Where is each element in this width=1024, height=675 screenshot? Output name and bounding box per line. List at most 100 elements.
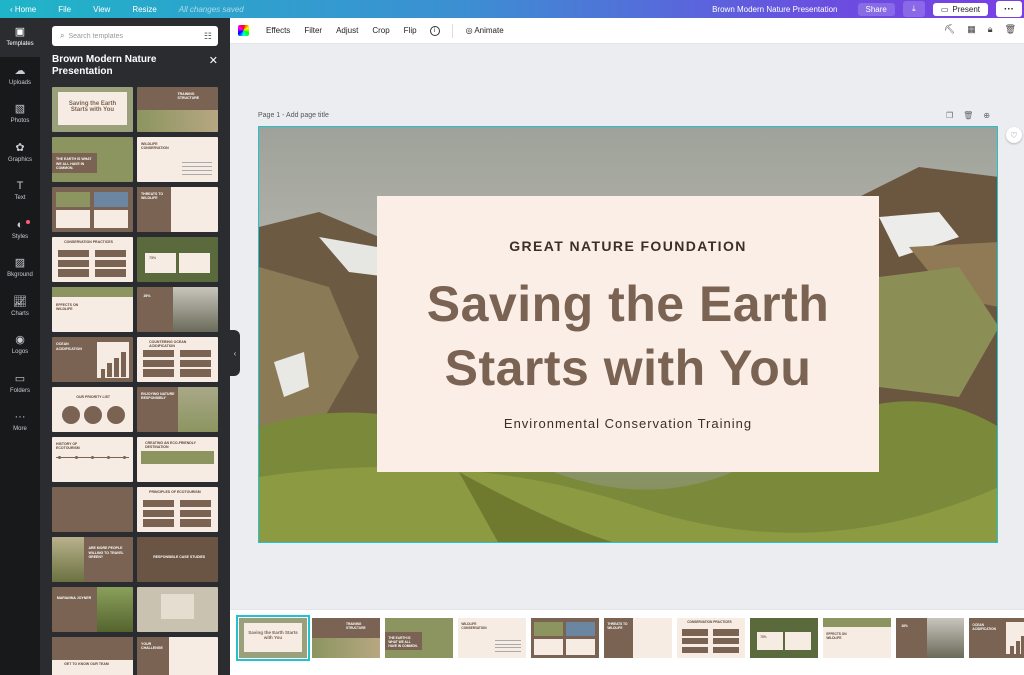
home-button[interactable]: ‹ Home — [10, 5, 36, 14]
thumb-shape — [96, 587, 133, 632]
comment-icon[interactable]: ♡ — [1006, 127, 1022, 143]
animate-button[interactable]: ◎ Animate — [459, 26, 511, 35]
rail-item-charts[interactable]: 📈︎ Charts — [0, 288, 40, 327]
file-menu[interactable]: File — [58, 5, 71, 14]
chart-icon: 📈︎ — [13, 295, 27, 308]
thumbnail-label: Countering Ocean Acidification — [149, 339, 187, 349]
close-icon[interactable]: ✕ — [209, 54, 218, 67]
filmstrip-page[interactable]: OCEAN ACIDIFICATION — [969, 618, 1024, 658]
thumb-shape — [114, 357, 120, 378]
thumb-shape — [179, 359, 211, 367]
paint-roller-icon[interactable]: ⛏ — [944, 24, 955, 35]
thumb-shape — [84, 405, 103, 424]
template-thumbnail[interactable] — [52, 187, 133, 232]
rail-item-bkground[interactable]: ▨ Bkground — [0, 249, 40, 288]
rail-item-styles[interactable]: ◐ Styles — [0, 211, 40, 250]
effects-button[interactable]: Effects — [259, 26, 297, 35]
rail-item-templates[interactable]: ▣ Templates — [0, 18, 40, 57]
template-thumbnail[interactable] — [137, 587, 218, 632]
resize-menu[interactable]: Resize — [132, 5, 156, 14]
filmstrip-page[interactable]: TRAINING STRUCTURE — [312, 618, 380, 658]
template-thumbnail[interactable]: WILDLIFE CONSERVATION — [137, 137, 218, 182]
search-input[interactable] — [68, 32, 179, 40]
rail-item-graphics[interactable]: ✿ Graphics — [0, 134, 40, 173]
transparency-icon[interactable]: ▦ — [967, 24, 976, 35]
thumbnail-label: OUR PRIORITY LIST — [76, 395, 111, 400]
view-menu[interactable]: View — [93, 5, 110, 14]
template-thumbnail[interactable]: Responsible Case Studies — [137, 537, 218, 582]
thumb-shape — [682, 629, 709, 636]
folder-icon: ▭ — [14, 372, 26, 385]
rail-item-photos[interactable]: ▧ Photos — [0, 95, 40, 134]
filmstrip-page[interactable]: THREATS TO WILDLIFE — [604, 618, 672, 658]
template-thumbnail[interactable]: TRAINING STRUCTURE — [137, 87, 218, 132]
filmstrip-page[interactable]: 75% — [750, 618, 818, 658]
thumbnail-label: YOUR CHALLENGE — [141, 641, 163, 651]
template-thumbnail[interactable]: HISTORY OF ECOTOURISM — [52, 437, 133, 482]
template-thumbnail[interactable]: MARIANNA JOYNER — [52, 587, 133, 632]
trash-icon[interactable]: 🗑︎ — [1005, 24, 1016, 35]
filter-icon[interactable]: ☷ — [204, 31, 212, 42]
filmstrip-page[interactable]: EFFECTS ON WILDLIFE — [823, 618, 891, 658]
title-card[interactable]: GREAT NATURE FOUNDATION Saving the Earth… — [377, 196, 879, 472]
filter-button[interactable]: Filter — [297, 26, 329, 35]
slide-headline[interactable]: Saving the Earth Starts with You — [377, 272, 879, 400]
template-thumbnail[interactable]: The Earth is what we all have in common. — [52, 137, 133, 182]
thumb-shape — [107, 363, 113, 378]
template-thumbnail[interactable]: 75% — [137, 237, 218, 282]
duplicate-page-icon[interactable]: ❐ — [946, 111, 953, 120]
info-icon[interactable]: i — [429, 25, 440, 36]
template-thumbnail[interactable]: PRINCIPLES OF ECOTOURISM — [137, 487, 218, 532]
template-thumbnail[interactable] — [52, 487, 133, 532]
thumbnail-label: The Earth is what we all have in common. — [388, 636, 418, 648]
download-button[interactable]: ⤓ — [902, 1, 925, 17]
template-thumbnail[interactable]: OUR PRIORITY LIST — [52, 387, 133, 432]
template-thumbnail[interactable]: Conservation Practices — [52, 237, 133, 282]
more-options-button[interactable]: ··· — [996, 1, 1022, 17]
crop-button[interactable]: Crop — [365, 26, 396, 35]
template-thumbnail[interactable]: GET TO KNOW OUR TEAM — [52, 637, 133, 675]
thumbnail-label: WILDLIFE CONSERVATION — [461, 622, 487, 630]
template-thumbnail[interactable]: ENJOYING NATURE RESPONSIBLY — [137, 387, 218, 432]
filmstrip-page[interactable]: Saving the Earth Starts with You — [236, 615, 310, 661]
rail-item-uploads[interactable]: ☁ Uploads — [0, 57, 40, 96]
delete-page-icon[interactable]: 🗑︎ — [963, 111, 973, 120]
rail-item-label: Folders — [9, 387, 30, 394]
rail-item-logos[interactable]: ◉ Logos — [0, 326, 40, 365]
thumbnail-label: THREATS TO WILDLIFE — [141, 191, 164, 201]
slide-subtitle[interactable]: Environmental Conservation Training — [377, 416, 879, 431]
template-thumbnail[interactable]: ARE MORE PEOPLE WILLING TO TRAVEL GREEN? — [52, 537, 133, 582]
filmstrip-page[interactable]: The Earth is what we all have in common. — [385, 618, 453, 658]
slide-canvas[interactable]: GREAT NATURE FOUNDATION Saving the Earth… — [258, 126, 998, 543]
page-title-label[interactable]: Page 1 - Add page title — [258, 112, 329, 119]
filmstrip-page[interactable]: WILDLIFE CONSERVATION — [458, 618, 526, 658]
rail-item-more[interactable]: ··· More — [0, 403, 40, 442]
filmstrip-page[interactable]: Conservation Practices — [677, 618, 745, 658]
document-title[interactable]: Brown Modern Nature Presentation — [712, 5, 837, 14]
color-picker-icon[interactable] — [238, 25, 249, 36]
top-menu: ‹ Home File View Resize All changes save… — [0, 5, 244, 14]
template-thumbnail[interactable]: EFFECTS ON WILDLIFE — [52, 287, 133, 332]
template-thumbnail[interactable]: Saving the Earth Starts with You — [52, 87, 133, 132]
thumb-shape — [495, 643, 522, 645]
template-thumbnail[interactable]: 26% — [137, 287, 218, 332]
thumb-shape — [713, 638, 739, 645]
rail-item-text[interactable]: T Text — [0, 172, 40, 211]
template-thumbnail[interactable]: YOUR CHALLENGE — [137, 637, 218, 675]
share-button[interactable]: Share — [857, 2, 895, 16]
template-thumbnail[interactable]: Countering Ocean Acidification — [137, 337, 218, 382]
lock-icon[interactable]: 🔒︎ — [988, 24, 993, 35]
adjust-button[interactable]: Adjust — [329, 26, 365, 35]
template-thumbnail[interactable]: OCEAN ACIDIFICATION — [52, 337, 133, 382]
organization-name[interactable]: GREAT NATURE FOUNDATION — [377, 238, 879, 254]
collapse-panel-handle[interactable]: ‹ — [230, 330, 240, 376]
present-button[interactable]: ▭ Present — [932, 2, 988, 16]
flip-button[interactable]: Flip — [397, 26, 424, 35]
filmstrip-page[interactable]: 26% — [896, 618, 964, 658]
add-page-icon[interactable]: ⊕ — [983, 111, 990, 120]
template-thumbnail[interactable]: THREATS TO WILDLIFE — [137, 187, 218, 232]
rail-item-folders[interactable]: ▭ Folders — [0, 365, 40, 404]
editor-toolbar: Effects Filter Adjust Crop Flip i ◎ Anim… — [230, 18, 1024, 44]
filmstrip-page[interactable] — [531, 618, 599, 658]
template-thumbnail[interactable]: Creating an Eco-Friendly Destination — [137, 437, 218, 482]
